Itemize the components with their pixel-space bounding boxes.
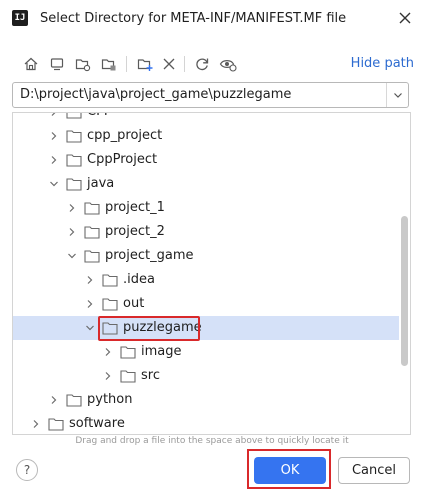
tree-item-label: software <box>69 416 125 431</box>
chevron-down-icon <box>393 93 402 98</box>
tree-item[interactable]: .idea <box>13 268 410 292</box>
intellij-logo-icon: IJ <box>12 10 28 26</box>
folder-icon <box>84 226 100 239</box>
path-dropdown-button[interactable] <box>386 83 408 107</box>
tree-item-label: .idea <box>123 272 155 287</box>
path-input-value[interactable]: D:\project\java\project_game\puzzlegame <box>20 87 291 102</box>
tree-item-label: project_1 <box>105 200 165 215</box>
chevron-right-icon[interactable] <box>49 131 59 141</box>
project-folder-icon[interactable] <box>72 53 94 75</box>
tree-item[interactable]: out <box>13 292 410 316</box>
chevron-right-icon[interactable] <box>103 347 113 357</box>
chevron-down-icon[interactable] <box>67 251 77 261</box>
show-hidden-icon[interactable] <box>217 53 239 75</box>
chevron-down-icon[interactable] <box>85 323 95 333</box>
chevron-right-icon[interactable] <box>103 371 113 381</box>
refresh-icon[interactable] <box>191 53 213 75</box>
toolbar-separator <box>126 56 127 72</box>
toolbar: Hide path <box>14 53 414 77</box>
tree-item-label: project_2 <box>105 224 165 239</box>
title-bar: IJ Select Directory for META-INF/MANIFES… <box>0 0 424 40</box>
chevron-right-icon[interactable] <box>85 299 95 309</box>
delete-icon[interactable] <box>158 53 180 75</box>
chevron-right-icon[interactable] <box>49 112 59 117</box>
tree-item-label: out <box>123 296 145 311</box>
tree-item[interactable]: image <box>13 340 410 364</box>
folder-icon <box>66 178 82 191</box>
folder-icon <box>102 274 118 287</box>
chevron-right-icon[interactable] <box>67 203 77 213</box>
tree-item[interactable]: software <box>13 412 410 434</box>
tree-item-label: cpp_project <box>87 128 163 143</box>
selected-folder-annotation <box>98 316 200 341</box>
tree-item-label: java <box>87 176 115 191</box>
folder-icon <box>102 298 118 311</box>
tree-item-label: CPP <box>87 113 112 119</box>
path-input[interactable]: D:\project\java\project_game\puzzlegame <box>12 82 409 108</box>
chevron-down-icon[interactable] <box>49 179 59 189</box>
desktop-icon[interactable] <box>46 53 68 75</box>
dialog-title: Select Directory for META-INF/MANIFEST.M… <box>40 11 347 26</box>
help-button[interactable]: ? <box>16 459 38 481</box>
tree-item-label: python <box>87 392 133 407</box>
tree-item[interactable]: puzzlegame <box>13 316 399 340</box>
toolbar-separator <box>184 56 185 72</box>
tree-item[interactable]: src <box>13 364 410 388</box>
tree-item-label: src <box>141 368 160 383</box>
chevron-right-icon[interactable] <box>31 419 41 429</box>
tree-item[interactable]: project_game <box>13 244 410 268</box>
folder-icon <box>66 113 82 119</box>
tree-item[interactable]: java <box>13 172 410 196</box>
chevron-right-icon[interactable] <box>49 155 59 165</box>
folder-icon <box>84 202 100 215</box>
chevron-right-icon[interactable] <box>67 227 77 237</box>
module-folder-icon[interactable] <box>98 53 120 75</box>
drag-drop-hint: Drag and drop a file into the space abov… <box>75 436 349 446</box>
home-icon[interactable] <box>20 53 42 75</box>
cancel-button[interactable]: Cancel <box>338 457 410 484</box>
hide-path-link[interactable]: Hide path <box>351 56 414 71</box>
tree-item[interactable]: project_2 <box>13 220 410 244</box>
folder-icon <box>66 394 82 407</box>
tree-item[interactable]: cpp_project <box>13 124 410 148</box>
tree-item[interactable]: python <box>13 388 410 412</box>
tree-item-label: CppProject <box>87 152 158 167</box>
tree-item[interactable]: project_1 <box>13 196 410 220</box>
directory-tree[interactable]: CPP cpp_project CppProject java project_1pro… <box>12 112 411 435</box>
folder-icon <box>120 346 136 359</box>
chevron-right-icon[interactable] <box>85 275 95 285</box>
tree-item-label: image <box>141 344 182 359</box>
ok-button[interactable]: OK <box>254 457 326 484</box>
close-icon[interactable] <box>396 9 414 27</box>
folder-icon <box>66 130 82 143</box>
new-folder-icon[interactable] <box>134 53 156 75</box>
folder-icon <box>120 370 136 383</box>
tree-item[interactable]: CPP <box>13 112 410 124</box>
folder-icon <box>48 418 64 431</box>
folder-icon <box>66 154 82 167</box>
tree-item[interactable]: CppProject <box>13 148 410 172</box>
folder-icon <box>84 250 100 263</box>
chevron-right-icon[interactable] <box>49 395 59 405</box>
tree-item-label: project_game <box>105 248 194 263</box>
